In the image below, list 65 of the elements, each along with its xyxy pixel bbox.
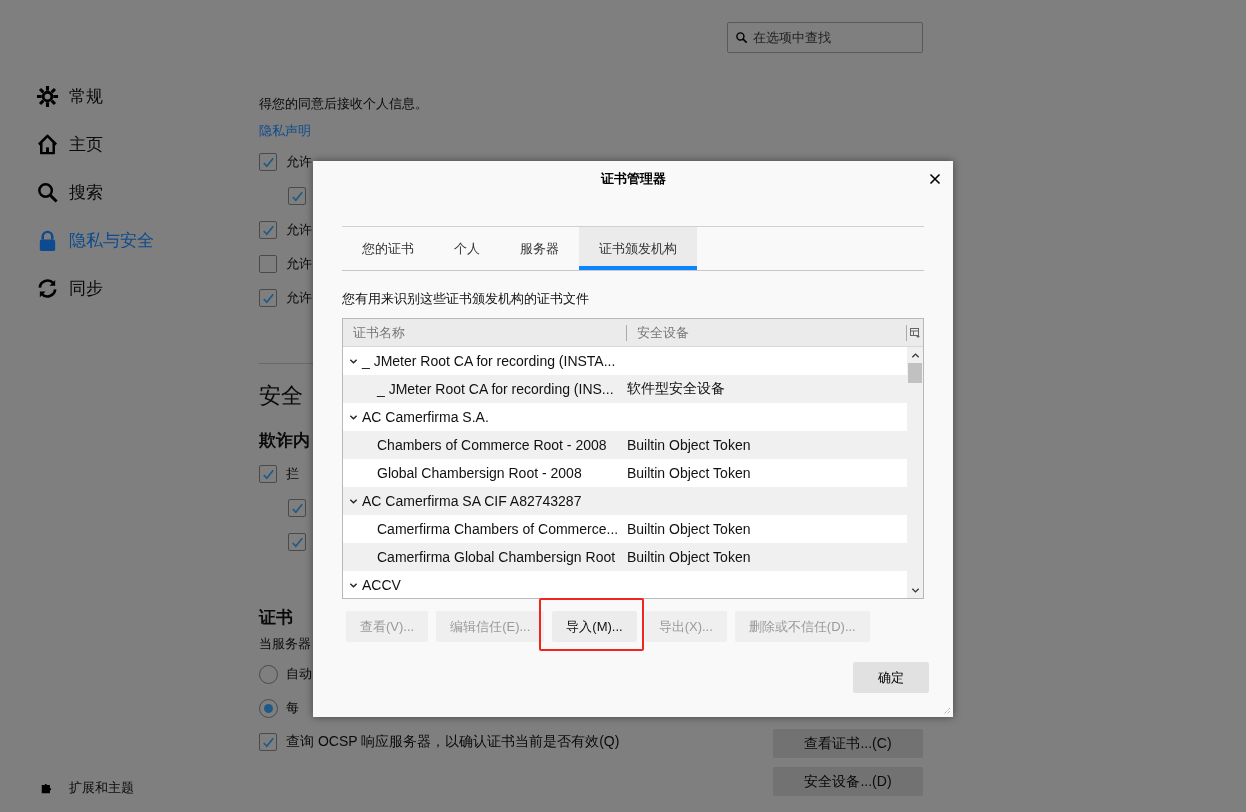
sidebar-item[interactable]: 搜索 xyxy=(36,168,259,216)
table-cell: Builtin Object Token xyxy=(627,521,751,537)
checkbox[interactable] xyxy=(288,533,306,551)
tab[interactable]: 您的证书 xyxy=(342,227,434,270)
tab[interactable]: 服务器 xyxy=(500,227,579,270)
scrollbar[interactable] xyxy=(907,347,923,598)
body-text: 得您的同意后接收个人信息。 xyxy=(259,95,428,113)
body-text: 当服务器 xyxy=(259,635,311,653)
sidebar-item[interactable]: 常规 xyxy=(36,72,259,120)
table-cell: Builtin Object Token xyxy=(627,465,751,481)
ok-button[interactable]: 确定 xyxy=(853,662,929,693)
checkbox[interactable] xyxy=(288,499,306,517)
column-header[interactable]: 安全设备 xyxy=(627,324,906,341)
column-picker-icon[interactable] xyxy=(906,324,923,341)
tree-item[interactable]: AC Camerfirma S.A. xyxy=(362,409,489,425)
tree-item[interactable]: Chambers of Commerce Root - 2008 xyxy=(343,437,627,453)
checkbox[interactable] xyxy=(259,289,277,307)
tab[interactable]: 个人 xyxy=(434,227,500,270)
tree-item[interactable]: Camerfirma Global Chambersign Root xyxy=(343,549,627,565)
puzzle-icon xyxy=(40,781,54,795)
close-button[interactable] xyxy=(929,173,941,185)
resize-grip-icon[interactable] xyxy=(943,707,951,715)
scrollbar-thumb[interactable] xyxy=(908,363,922,383)
dialog-button[interactable]: 导入(M)... xyxy=(552,611,637,642)
table-cell: Builtin Object Token xyxy=(627,549,751,565)
option-label: 拦 xyxy=(286,465,299,483)
column-header[interactable]: 证书名称 xyxy=(343,324,627,341)
sidebar-item[interactable]: 同步 xyxy=(36,264,259,312)
description-text: 您有用来识别这些证书颁发机构的证书文件 xyxy=(342,290,590,307)
sidebar-item[interactable]: 主页 xyxy=(36,120,259,168)
section-heading: 安全 xyxy=(259,382,303,410)
checkbox[interactable] xyxy=(259,255,277,273)
sidebar-link[interactable]: 扩展和主题 xyxy=(40,778,259,798)
checkbox[interactable] xyxy=(259,221,277,239)
search-field[interactable]: 在选项中查找 xyxy=(727,22,923,53)
home-icon xyxy=(36,132,59,156)
tree-item[interactable]: Camerfirma Chambers of Commerce... xyxy=(343,521,627,537)
sync-icon xyxy=(36,276,59,300)
dialog-title: 证书管理器 xyxy=(600,170,666,188)
scroll-up-icon[interactable] xyxy=(910,351,920,360)
search-icon xyxy=(36,180,59,204)
checkbox[interactable] xyxy=(259,465,277,483)
tab[interactable]: 证书颁发机构 xyxy=(579,227,697,270)
page-button[interactable]: 查看证书...(C) xyxy=(773,729,923,758)
table-cell: 软件型安全设备 xyxy=(627,380,725,398)
option-label: 允许 xyxy=(286,255,312,273)
checkbox[interactable] xyxy=(259,153,277,171)
option-label: 查询 OCSP 响应服务器，以确认证书当前是否有效(Q) xyxy=(286,733,620,751)
checkbox[interactable] xyxy=(288,187,306,205)
tree-item[interactable]: _ JMeter Root CA for recording (INS... xyxy=(343,381,627,397)
tree-item[interactable]: Global Chambersign Root - 2008 xyxy=(343,465,627,481)
settings-icon xyxy=(36,84,59,108)
option-label: 每 xyxy=(286,699,299,717)
option-label: 允许 xyxy=(286,221,312,239)
option-label: 允许 xyxy=(286,153,312,171)
checkbox[interactable] xyxy=(259,733,277,751)
option-label: 允许 xyxy=(286,289,312,307)
table-cell: Builtin Object Token xyxy=(627,437,751,453)
subsection-heading: 证书 xyxy=(259,607,293,629)
subsection-heading: 欺诈内 xyxy=(259,430,310,452)
scroll-down-icon[interactable] xyxy=(910,586,920,595)
tree-item[interactable]: _ JMeter Root CA for recording (INSTA... xyxy=(362,353,616,369)
tree-item[interactable]: ACCV xyxy=(362,577,401,593)
option-label: 自动 xyxy=(286,665,312,683)
page-button[interactable]: 安全设备...(D) xyxy=(773,767,923,796)
